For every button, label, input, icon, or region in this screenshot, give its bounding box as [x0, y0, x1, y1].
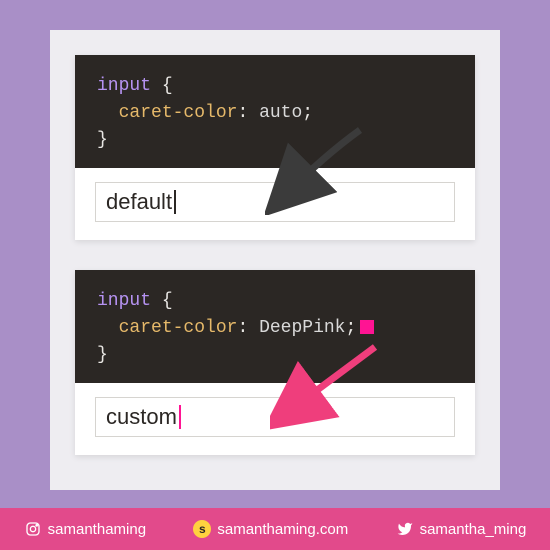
footer-site[interactable]: s samanthaming.com: [193, 520, 348, 538]
footer-bar: samanthaming s samanthaming.com samantha…: [0, 508, 550, 550]
content-panel: input { caret-color: auto; } default inp…: [50, 30, 500, 490]
twitter-icon: [396, 520, 414, 538]
code-value: auto: [259, 103, 302, 123]
code-property: caret-color: [119, 318, 238, 338]
caret-default: [174, 190, 176, 214]
footer-twitter[interactable]: samantha_ming: [396, 520, 527, 538]
example-card-default: input { caret-color: auto; } default: [75, 55, 475, 240]
brace-close: }: [97, 130, 108, 150]
code-block: input { caret-color: DeepPink; }: [75, 270, 475, 383]
brace-open: {: [162, 291, 173, 311]
code-block: input { caret-color: auto; }: [75, 55, 475, 168]
code-selector: input: [97, 76, 151, 96]
instagram-icon: [24, 520, 42, 538]
code-selector: input: [97, 291, 151, 311]
footer-site-label: samanthaming.com: [217, 521, 348, 538]
demo-input-default[interactable]: default: [95, 182, 455, 222]
input-row: default: [75, 168, 475, 240]
brace-open: {: [162, 76, 173, 96]
footer-twitter-label: samantha_ming: [420, 521, 527, 538]
input-text: default: [106, 189, 172, 215]
input-row: custom: [75, 383, 475, 455]
logo-icon: s: [193, 520, 211, 538]
code-value: DeepPink: [259, 318, 345, 338]
footer-instagram-label: samanthaming: [48, 521, 146, 538]
color-swatch-icon: [360, 320, 374, 334]
code-property: caret-color: [119, 103, 238, 123]
example-card-custom: input { caret-color: DeepPink; } custom: [75, 270, 475, 455]
input-text: custom: [106, 404, 177, 430]
footer-instagram[interactable]: samanthaming: [24, 520, 146, 538]
caret-pink: [179, 405, 181, 429]
demo-input-custom[interactable]: custom: [95, 397, 455, 437]
brace-close: }: [97, 345, 108, 365]
